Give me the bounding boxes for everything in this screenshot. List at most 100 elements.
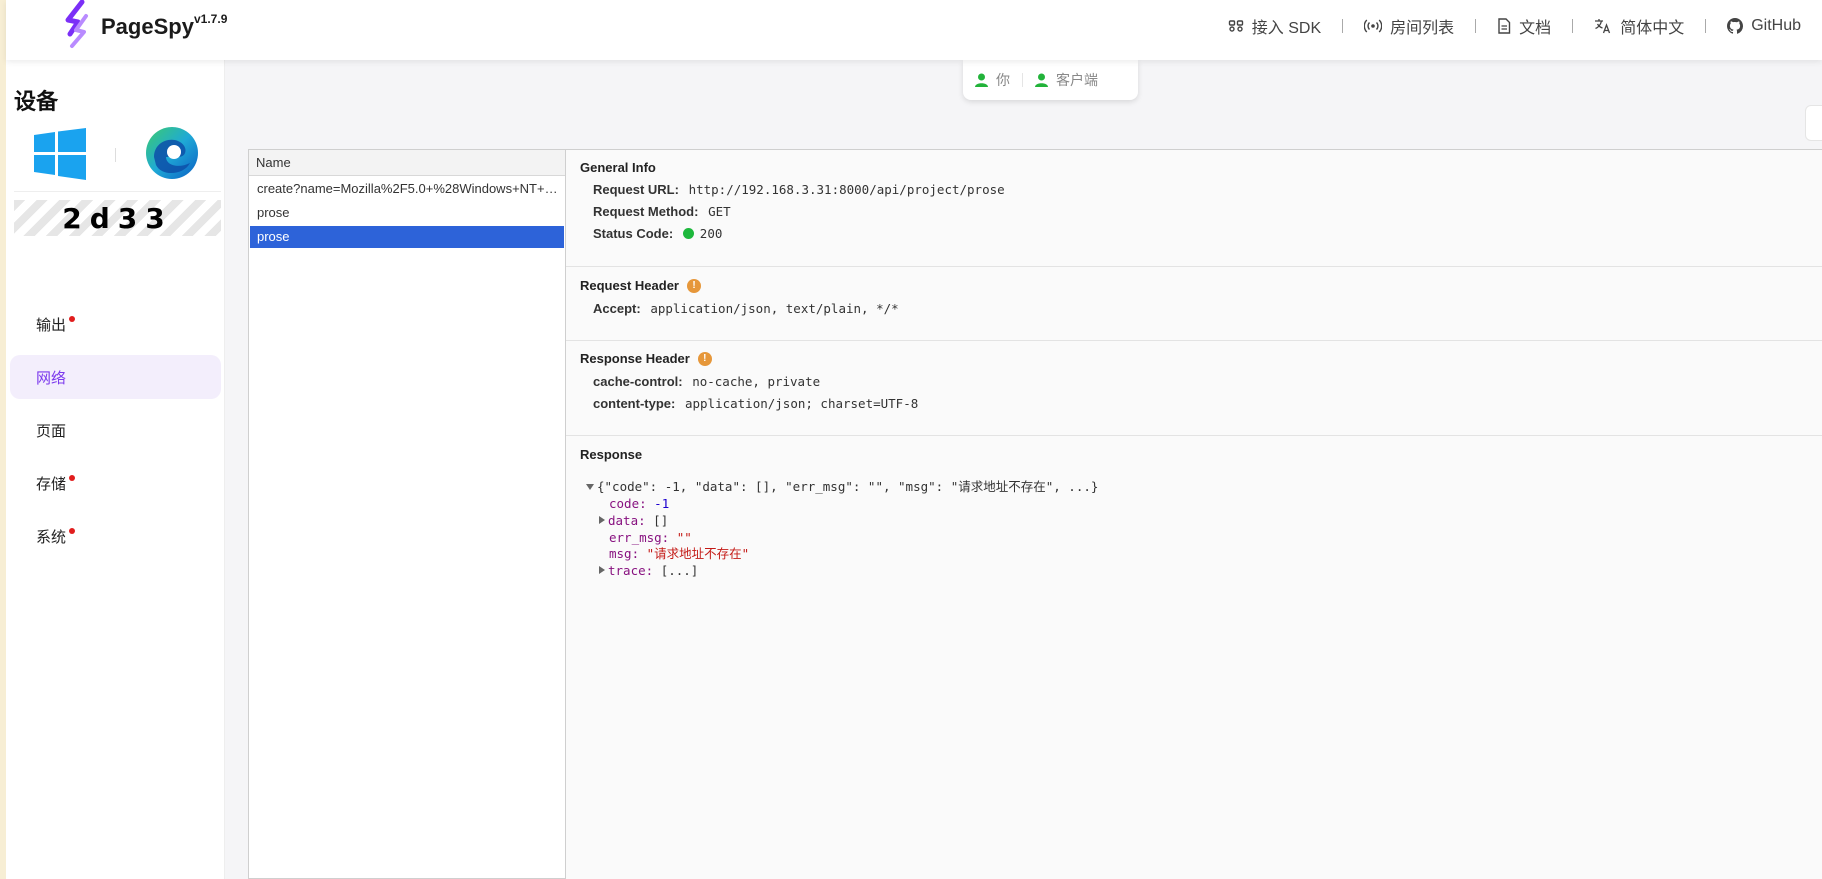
json-row-trace[interactable]: trace: [...] (599, 562, 698, 579)
header-row: Accept: application/json, text/plain, */… (593, 301, 899, 316)
json-row-data[interactable]: data: [] (599, 512, 668, 529)
status-code-label: Status Code: (593, 226, 674, 241)
json-value: -1 (654, 496, 670, 511)
request-url-value: http://192.168.3.31:8000/api/project/pro… (688, 182, 1005, 197)
expand-icon[interactable] (599, 516, 605, 524)
json-row-err-msg: err_msg: "" (609, 529, 692, 546)
nav-language[interactable]: 简体中文 (1573, 14, 1705, 38)
nav-rooms[interactable]: 房间列表 (1343, 14, 1475, 38)
pagespy-logo[interactable] (58, 0, 98, 50)
unread-dot (69, 528, 76, 534)
sidebar-item-storage[interactable]: 存储 (10, 461, 221, 505)
info-icon[interactable]: ! (697, 351, 712, 366)
sidebar: 设备 2d33 输出 网络 页面 存储 系统 (6, 60, 225, 879)
nav-language-label: 简体中文 (1620, 20, 1685, 37)
request-method-label: Request Method: (593, 204, 699, 219)
switch-you-label: 你 (996, 72, 1010, 88)
header-value: application/json; charset=UTF-8 (684, 396, 919, 411)
sidebar-item-label: 网络 (36, 369, 67, 387)
panel-toggle-button[interactable] (1805, 105, 1822, 141)
response-header-title: Response Header ! (580, 351, 712, 366)
device-divider (115, 148, 116, 162)
nav-github-label: GitHub (1751, 17, 1801, 34)
unread-dot (69, 475, 76, 481)
response-header-title-text: Response Header (580, 351, 690, 366)
nav-github[interactable]: GitHub (1706, 17, 1822, 35)
sidebar-item-label: 页面 (36, 422, 67, 440)
collapse-icon[interactable] (586, 484, 594, 490)
document-icon (1498, 18, 1511, 34)
top-header: PageSpy v1.7.9 接入 SDK 房间列表 文档 简体中文 GitHu… (6, 0, 1822, 60)
json-row-code: code: -1 (609, 495, 669, 512)
nav-sdk-label: 接入 SDK (1251, 20, 1322, 37)
json-value: "请求地址不存在" (646, 546, 750, 561)
windows-logo-icon (34, 128, 86, 180)
sidebar-item-page[interactable]: 页面 (10, 408, 221, 452)
json-summary: {"code": -1, "data": [], "err_msg": "", … (597, 479, 1099, 494)
sidebar-menu: 输出 网络 页面 存储 系统 (10, 302, 221, 567)
request-row-selected[interactable]: prose (250, 226, 564, 248)
nav-sdk[interactable]: 接入 SDK (1207, 14, 1342, 38)
general-info-title: General Info (580, 160, 656, 175)
perspective-switcher: 你 客户端 (963, 60, 1138, 100)
brand-version: v1.7.9 (194, 12, 228, 26)
json-value: "" (676, 530, 692, 545)
sidebar-item-label: 输出 (36, 316, 67, 334)
json-key: err_msg: (609, 530, 670, 545)
request-header-section: Request Header ! Accept: application/jso… (566, 267, 1822, 341)
request-method-row: Request Method: GET (593, 204, 731, 219)
switch-client[interactable]: 客户端 (1023, 70, 1110, 90)
nav-docs-label: 文档 (1519, 20, 1552, 37)
general-info-section: General Info Request URL: http://192.168… (566, 150, 1822, 267)
request-url-row: Request URL: http://192.168.3.31:8000/ap… (593, 182, 1005, 197)
user-icon (1035, 73, 1048, 87)
header-value: no-cache, private (692, 374, 821, 389)
request-url-label: Request URL: (593, 182, 679, 197)
header-row: cache-control: no-cache, private (593, 374, 820, 389)
header-row: content-type: application/json; charset=… (593, 396, 918, 411)
status-code-row: Status Code: 200 (593, 226, 722, 241)
brand-name[interactable]: PageSpy (101, 14, 194, 40)
status-code-value: 200 (699, 226, 723, 241)
response-title: Response (580, 447, 643, 462)
edge-logo-icon (146, 127, 198, 179)
json-value: [...] (660, 563, 699, 578)
sidebar-item-network[interactable]: 网络 (10, 355, 221, 399)
translate-icon (1595, 19, 1611, 34)
unread-dot (69, 316, 76, 322)
room-code: 2d33 (14, 200, 221, 236)
room-code-text: 2d33 (62, 201, 173, 235)
request-row[interactable]: prose (250, 202, 564, 224)
sidebar-item-console[interactable]: 输出 (10, 302, 221, 346)
json-key: code: (609, 496, 647, 511)
header-key: content-type: (593, 396, 676, 411)
sidebar-item-system[interactable]: 系统 (10, 514, 221, 558)
github-icon (1727, 18, 1744, 34)
nav-docs[interactable]: 文档 (1476, 14, 1572, 38)
sidebar-title: 设备 (14, 89, 59, 114)
sidebar-divider (14, 191, 221, 192)
switch-you[interactable]: 你 (963, 70, 1022, 90)
json-row-msg: msg: "请求地址不存在" (609, 545, 749, 562)
json-key: data: (608, 513, 646, 528)
request-detail: General Info Request URL: http://192.168… (566, 149, 1822, 879)
nav-rooms-label: 房间列表 (1390, 20, 1455, 37)
request-row[interactable]: create?name=Mozilla%2F5.0+%28Windows+NT+… (250, 178, 564, 200)
request-list: Name create?name=Mozilla%2F5.0+%28Window… (248, 149, 566, 879)
header-nav: 接入 SDK 房间列表 文档 简体中文 GitHub (1207, 14, 1822, 38)
header-key: Accept: (593, 301, 641, 316)
request-header-title: Request Header ! (580, 278, 701, 293)
column-header-name[interactable]: Name (249, 150, 565, 176)
request-header-title-text: Request Header (580, 278, 679, 293)
json-root-row[interactable]: {"code": -1, "data": [], "err_msg": "", … (586, 478, 1098, 495)
sidebar-item-label: 存储 (36, 475, 67, 493)
broadcast-icon (1364, 19, 1383, 33)
switch-client-label: 客户端 (1056, 72, 1098, 88)
expand-icon[interactable] (599, 566, 605, 574)
json-key: msg: (609, 546, 640, 561)
main-panel: 你 客户端 Name create?name=Mozilla%2F5.0+%28… (225, 60, 1822, 879)
info-icon[interactable]: ! (686, 278, 701, 293)
response-header-section: Response Header ! cache-control: no-cach… (566, 341, 1822, 436)
json-value: [] (653, 513, 669, 528)
sidebar-item-label: 系统 (36, 528, 67, 546)
